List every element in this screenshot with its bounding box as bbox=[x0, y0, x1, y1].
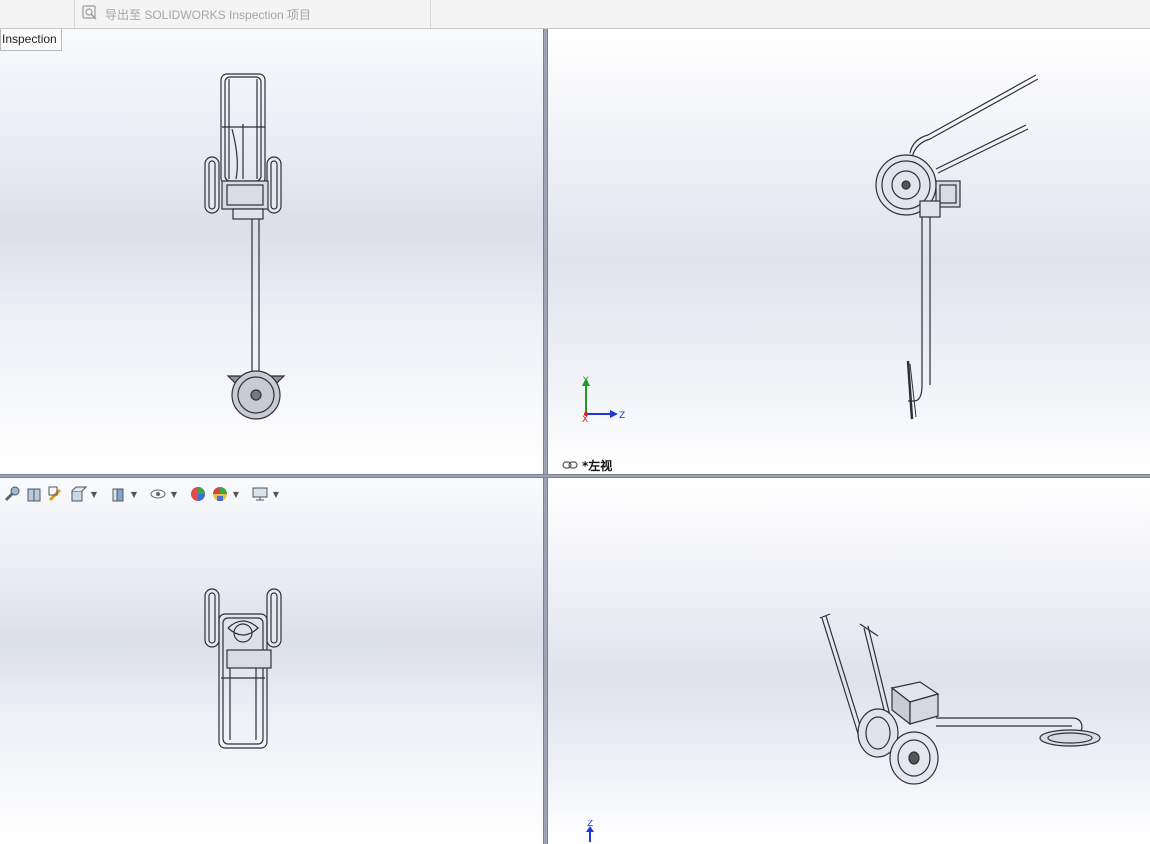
model-left-view bbox=[875, 74, 1039, 420]
viewport-left[interactable]: Y Z X *左视 bbox=[548, 29, 1150, 474]
tab-inspection[interactable]: Inspection bbox=[0, 29, 62, 51]
model-isometric-view bbox=[819, 613, 1101, 785]
viewport-isometric[interactable]: Z bbox=[548, 478, 1150, 844]
command-bar: 导出至 SOLIDWORKS Inspection 项目 bbox=[0, 0, 1150, 29]
view-name-label: *左视 bbox=[562, 457, 612, 474]
model-front-view bbox=[204, 73, 286, 420]
view-name-text: *左视 bbox=[582, 459, 613, 473]
viewport-splitter-horizontal[interactable] bbox=[0, 474, 1150, 478]
axis-triad: Y Z X bbox=[582, 376, 625, 424]
export-inspection-button[interactable]: 导出至 SOLIDWORKS Inspection 项目 bbox=[74, 0, 431, 28]
viewport-front[interactable] bbox=[0, 29, 543, 474]
axis-y-label: Y bbox=[582, 376, 589, 386]
viewport-splitter-vertical[interactable] bbox=[543, 29, 548, 844]
axis-z-label-iso: Z bbox=[587, 820, 593, 829]
axis-triad-iso: Z bbox=[586, 820, 594, 842]
axis-x-label: X bbox=[582, 415, 588, 424]
model-top-view bbox=[204, 588, 282, 749]
link-view-icon bbox=[562, 459, 578, 473]
axis-z-label: Z bbox=[619, 411, 625, 421]
viewport-top[interactable]: ▼ ▼ ▼ ▼ ▼ bbox=[0, 478, 543, 844]
export-inspection-label: 导出至 SOLIDWORKS Inspection 项目 bbox=[105, 7, 312, 22]
inspection-export-icon bbox=[81, 3, 99, 25]
